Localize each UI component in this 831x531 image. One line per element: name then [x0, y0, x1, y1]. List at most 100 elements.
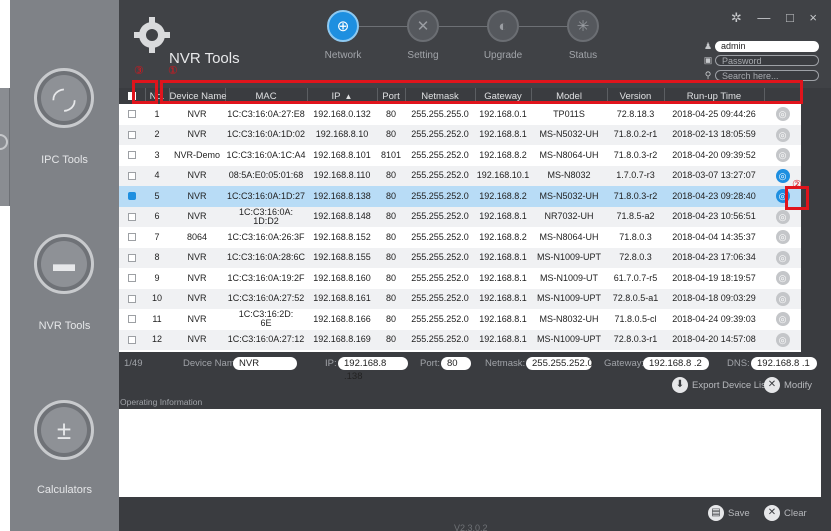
- row-checkbox[interactable]: [128, 171, 136, 180]
- device-name-field[interactable]: NVR: [233, 357, 297, 370]
- row-checkbox[interactable]: [128, 151, 136, 160]
- table-row[interactable]: 8 NVR 1C:C3:16:0A:28:6C 192.168.8.155 80 255.…: [119, 247, 801, 269]
- cell-checkbox[interactable]: [119, 309, 145, 330]
- row-checkbox[interactable]: [128, 335, 136, 344]
- open-web-icon[interactable]: ◎: [775, 127, 790, 142]
- cell-no: 4: [154, 170, 160, 181]
- cell-checkbox[interactable]: [119, 125, 145, 146]
- cell-mac: 1C:C3:16:0A: 1D:D2: [238, 206, 294, 226]
- cell-checkbox[interactable]: [119, 145, 145, 166]
- cell-web[interactable]: ◎: [764, 104, 801, 125]
- open-web-icon[interactable]: ◎: [775, 107, 790, 122]
- gateway-field[interactable]: 192.168.8 .2: [643, 357, 709, 370]
- cell-checkbox[interactable]: [119, 207, 145, 228]
- row-checkbox[interactable]: [128, 274, 136, 283]
- cell-mac: 1C:C3:16:2D: 6E: [238, 309, 294, 329]
- open-web-icon[interactable]: ◎: [775, 168, 790, 183]
- table-row[interactable]: 12 NVR 1C:C3:16:0A:27:12 192.168.8.169 80 255…: [119, 329, 801, 351]
- cell-web[interactable]: ◎: [764, 268, 801, 289]
- cell-checkbox[interactable]: [119, 104, 145, 125]
- cell-checkbox[interactable]: [119, 268, 145, 289]
- row-checkbox[interactable]: [128, 233, 136, 242]
- cell-mac: 1C:C3:16:0A:1D:27: [226, 190, 306, 201]
- open-web-icon[interactable]: ◎: [775, 148, 790, 163]
- password-field[interactable]: Password: [715, 54, 819, 66]
- tab-setting[interactable]: ✕ Setting: [383, 10, 463, 61]
- open-web-icon[interactable]: ◎: [775, 332, 790, 347]
- row-checkbox[interactable]: [128, 253, 136, 262]
- cell-checkbox[interactable]: [119, 186, 145, 207]
- row-checkbox[interactable]: [128, 315, 136, 324]
- cell-web[interactable]: ◎: [764, 289, 801, 310]
- tab-status[interactable]: ✳ Status: [543, 10, 623, 61]
- version-label: V2.3.0.2: [454, 523, 488, 531]
- cell-gateway: 192.168.10.1: [476, 170, 530, 181]
- cell-version: 72.8.0.5-a1: [612, 293, 659, 304]
- cell-web[interactable]: ◎: [764, 248, 801, 269]
- dns-field[interactable]: 192.168.8 .1: [751, 357, 817, 370]
- cell-checkbox[interactable]: [119, 289, 145, 310]
- cell-web[interactable]: ◎: [764, 227, 801, 248]
- table-row[interactable]: 6 NVR 1C:C3:16:0A: 1D:D2 192.168.8.148 80 255…: [119, 206, 801, 228]
- open-web-icon[interactable]: ◎: [775, 209, 790, 224]
- cell-checkbox[interactable]: [119, 330, 145, 351]
- export-device-list-button[interactable]: ⬇ Export Device List: [672, 377, 769, 393]
- sidebar-item-calculators[interactable]: ± Calculators: [10, 400, 119, 530]
- ip-field[interactable]: 192.168.8 .138: [338, 357, 408, 382]
- cell-web[interactable]: ◎: [764, 145, 801, 166]
- save-button[interactable]: ▤ Save: [708, 505, 750, 521]
- table-row[interactable]: 1 NVR 1C:C3:16:0A:27:E8 192.168.0.132 80 255.…: [119, 104, 801, 125]
- cell-device-name: 8064: [186, 231, 208, 242]
- globe-icon: ⊕: [327, 10, 359, 42]
- open-web-icon[interactable]: ◎: [775, 230, 790, 245]
- cell-web[interactable]: ◎: [764, 125, 801, 146]
- cell-web[interactable]: ◎: [764, 309, 801, 330]
- cell-model: MS-N5032-UH: [539, 190, 599, 201]
- sidebar-item-ipc-tools[interactable]: ◜◞ IPC Tools: [10, 68, 119, 198]
- table-row[interactable]: 5 NVR 1C:C3:16:0A:1D:27 192.168.8.138 80 255.…: [119, 186, 801, 207]
- cell-checkbox[interactable]: [119, 166, 145, 187]
- row-checkbox[interactable]: [128, 294, 136, 303]
- cell-version: 71.8.0.5-cl: [614, 313, 657, 324]
- tab-upgrade[interactable]: ◐ Upgrade: [463, 10, 543, 61]
- cell-ip: 192.168.0.132: [313, 108, 371, 119]
- open-web-icon[interactable]: ◎: [775, 271, 790, 286]
- table-row[interactable]: 3 NVR-Demo 1C:C3:16:0A:1C:A4 192.168.8.101 8…: [119, 145, 801, 166]
- upgrade-icon: ◐: [487, 10, 519, 42]
- sidebar-item-nvr-tools[interactable]: ▬ NVR Tools: [10, 234, 119, 364]
- table-row[interactable]: 11 NVR 1C:C3:16:2D: 6E 192.168.8.166 80 255.2…: [119, 309, 801, 330]
- cell-version: 72.8.18.3: [616, 108, 655, 119]
- search-input[interactable]: Search here...: [715, 69, 819, 81]
- window-controls[interactable]: ✲ — □ ×: [731, 10, 823, 26]
- cell-model: MS-N8032-UH: [539, 313, 599, 324]
- table-row[interactable]: 2 NVR 1C:C3:16:0A:1D:02 192.168.8.10 80 255.2…: [119, 124, 801, 146]
- cell-device-name: NVR: [187, 129, 207, 140]
- cell-ip: 192.168.8.152: [313, 231, 371, 242]
- modify-button[interactable]: ✕ Modify: [764, 377, 812, 393]
- table-row[interactable]: 10 NVR 1C:C3:16:0A:27:52 192.168.8.161 80 255…: [119, 288, 801, 310]
- cell-gateway: 192.168.8.1: [479, 129, 527, 140]
- netmask-field[interactable]: 255.255.252.0: [526, 357, 593, 370]
- cell-version: 72.8.0.3: [619, 252, 652, 263]
- row-checkbox[interactable]: [128, 130, 136, 139]
- table-row[interactable]: 4 NVR 08:5A:E0:05:01:68 192.168.8.110 80 255.…: [119, 165, 801, 187]
- cell-runup-time: 2018-04-23 17:06:34: [672, 252, 756, 263]
- open-web-icon[interactable]: ◎: [775, 250, 790, 265]
- cell-ip: 192.168.8.148: [313, 211, 371, 222]
- port-field[interactable]: 80: [441, 357, 471, 370]
- open-web-icon[interactable]: ◎: [775, 291, 790, 306]
- table-row[interactable]: 7 8064 1C:C3:16:0A:26:3F 192.168.8.152 80 255…: [119, 227, 801, 248]
- cell-netmask: 255.255.252.0: [411, 334, 469, 345]
- table-row[interactable]: 9 NVR 1C:C3:16:0A:19:2F 192.168.8.160 80 255.…: [119, 268, 801, 289]
- tab-network[interactable]: ⊕ Network: [303, 10, 383, 61]
- clear-button[interactable]: ✕ Clear: [764, 505, 807, 521]
- cell-checkbox[interactable]: [119, 248, 145, 269]
- open-web-icon[interactable]: ◎: [775, 312, 790, 327]
- cell-checkbox[interactable]: [119, 227, 145, 248]
- row-checkbox[interactable]: [128, 212, 136, 221]
- cell-gateway: 192.168.8.1: [479, 252, 527, 263]
- cell-web[interactable]: ◎: [764, 330, 801, 351]
- username-field[interactable]: admin: [715, 40, 819, 52]
- row-checkbox[interactable]: [128, 110, 136, 119]
- row-checkbox[interactable]: [128, 192, 136, 201]
